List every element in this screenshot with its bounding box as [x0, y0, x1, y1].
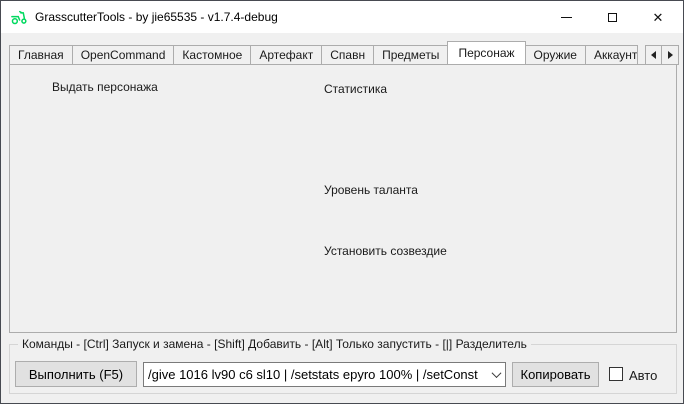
group-give-character-title: Выдать персонажа	[48, 80, 162, 94]
group-set-constellation-title: Установить созвездие	[320, 244, 451, 258]
chevron-down-icon[interactable]	[487, 363, 505, 386]
tab-predmety[interactable]: Предметы	[374, 45, 448, 65]
tab-scroll-buttons	[645, 45, 679, 65]
group-talent-level-title: Уровень таланта	[320, 183, 422, 197]
tab-kastomnoe[interactable]: Кастомное	[174, 45, 251, 65]
close-icon: ✕	[653, 11, 664, 24]
tab-page-personazh	[9, 64, 677, 333]
command-input[interactable]	[144, 367, 487, 382]
close-button[interactable]: ✕	[635, 1, 681, 33]
tab-spavn[interactable]: Спавн	[322, 45, 374, 65]
minimize-icon	[561, 17, 572, 18]
tab-scroll-left-button[interactable]	[645, 45, 662, 65]
app-icon	[10, 8, 28, 26]
tab-scroll-right-button[interactable]	[662, 45, 679, 65]
title-bar: GrasscutterTools - by jie65535 - v1.7.4-…	[1, 1, 683, 33]
group-commands-title: Команды - [Ctrl] Запуск и замена - [Shif…	[18, 337, 531, 351]
maximize-button[interactable]	[589, 1, 635, 33]
copy-command-button[interactable]: Копировать	[512, 362, 599, 387]
tab-akkaunt[interactable]: Аккаунт	[586, 45, 638, 65]
tab-strip: Главная OpenCommand Кастомное Артефакт С…	[9, 43, 638, 65]
tab-scroll-left-icon	[651, 51, 656, 59]
app-window: GrasscutterTools - by jie65535 - v1.7.4-…	[0, 0, 684, 404]
window-title: GrasscutterTools - by jie65535 - v1.7.4-…	[35, 10, 278, 24]
run-command-button[interactable]: Выполнить (F5)	[15, 361, 137, 387]
maximize-icon	[608, 13, 617, 22]
command-combobox	[143, 362, 506, 387]
group-stats-title: Статистика	[320, 82, 391, 96]
tab-glavnaya[interactable]: Главная	[9, 45, 73, 65]
tab-oruzhie[interactable]: Оружие	[526, 45, 586, 65]
auto-checkbox[interactable]	[609, 367, 623, 381]
auto-checkbox-label: Авто	[629, 368, 657, 383]
tab-personazh[interactable]: Персонаж	[447, 41, 525, 65]
minimize-button[interactable]	[543, 1, 589, 33]
tab-opencommand[interactable]: OpenCommand	[73, 45, 175, 65]
tab-scroll-right-icon	[668, 51, 673, 59]
tab-artefakt[interactable]: Артефакт	[251, 45, 322, 65]
